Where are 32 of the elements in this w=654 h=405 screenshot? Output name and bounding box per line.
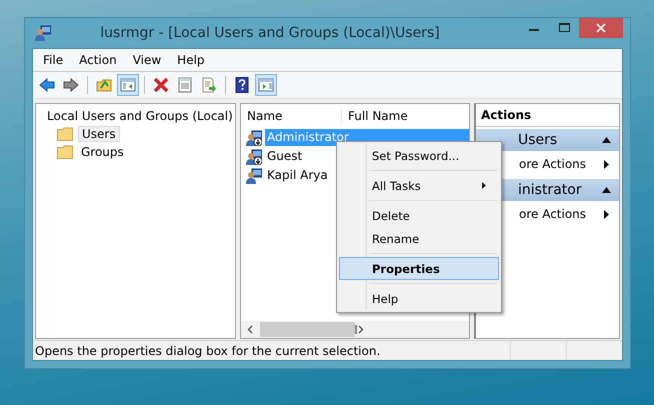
folder-icon [57,145,73,159]
tree-item[interactable]: Groups [78,145,127,159]
menu-item[interactable]: File [35,53,72,67]
scroll-left-icon[interactable] [247,325,254,334]
submenu-arrow-icon [604,160,609,168]
tree-item[interactable]: Local Users and Groups (Local) [44,109,236,123]
column-header[interactable]: Full Name [342,109,408,123]
tree-item[interactable]: Users [78,126,120,142]
section-header[interactable]: Users [476,129,619,151]
menu-item[interactable]: Help [169,53,213,67]
menu-item[interactable]: Action [71,53,125,67]
close-icon [596,23,606,33]
scrollbar-thumb[interactable] [260,322,355,337]
status-text: Opens the properties dialog box for the current selection. [34,344,382,358]
column-header[interactable]: Name [241,109,342,123]
close-button[interactable] [579,18,623,38]
tree-pane-button[interactable] [117,74,139,96]
users-computer-icon [35,25,51,41]
menu-item[interactable]: Properties [339,257,499,280]
window-title: lusrmgr - [Local Users and Groups (Local)\Users] [99,25,441,41]
menu-item[interactable]: Rename [339,227,499,250]
menu-item[interactable]: Help [339,287,499,310]
collapse-icon[interactable] [602,187,611,193]
action-pane-button[interactable] [255,74,277,96]
actions-title: Actions [476,104,619,127]
collapse-icon[interactable] [602,137,611,143]
horizontal-scrollbar[interactable] [241,321,469,338]
submenu-arrow-icon [604,210,609,218]
folder-icon [57,127,73,141]
maximize-icon [558,23,570,33]
menu-item[interactable]: View [124,53,170,67]
submenu-arrow-icon [482,182,486,189]
